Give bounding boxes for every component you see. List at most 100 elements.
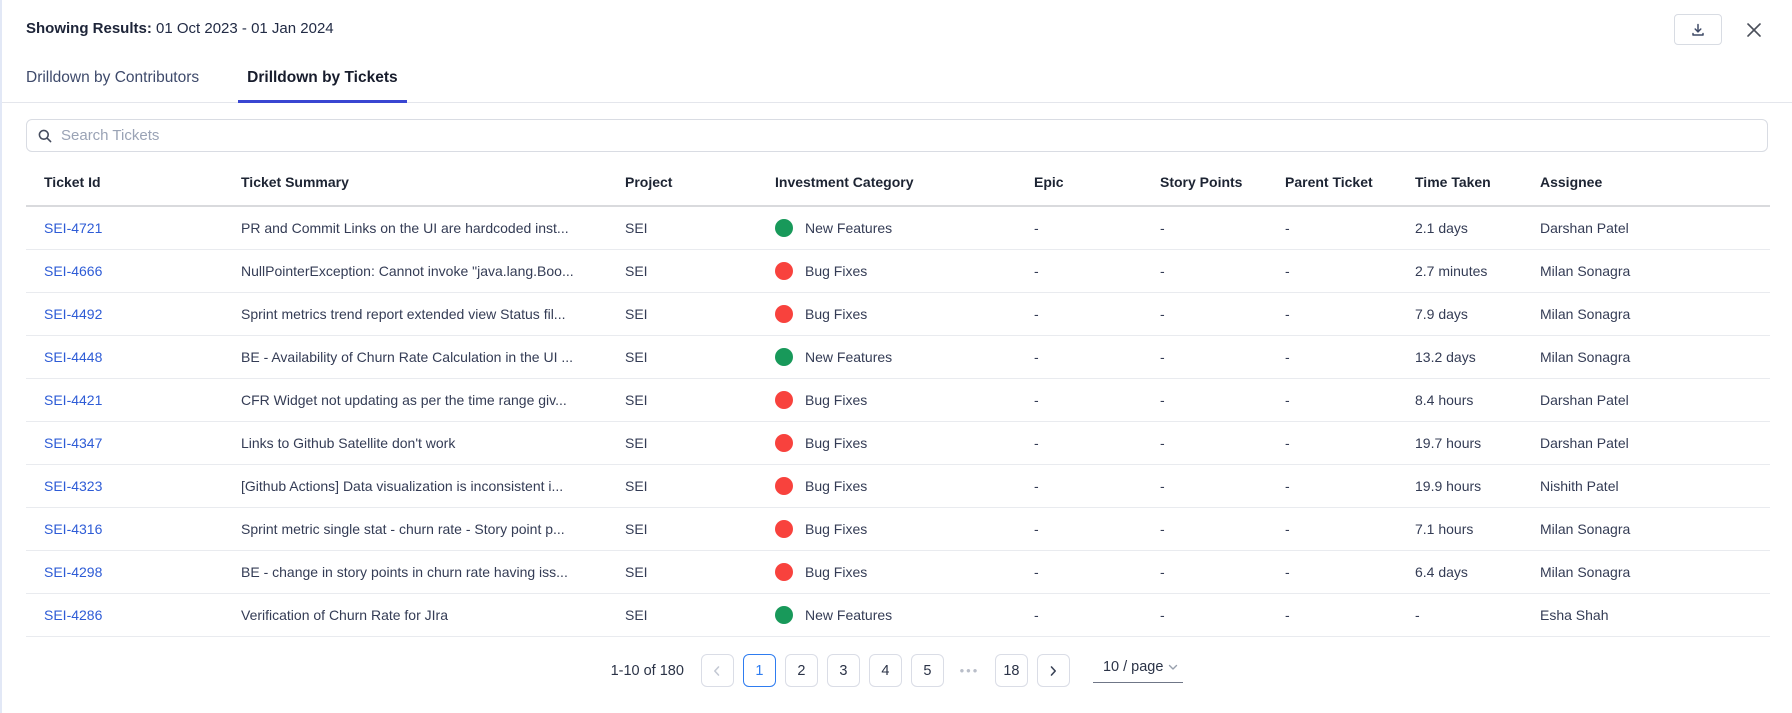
search-input[interactable] — [61, 127, 1757, 144]
ticket-summary-cell: CFR Widget not updating as per the time … — [241, 379, 625, 422]
parent-ticket-cell: - — [1285, 250, 1415, 293]
epic-cell: - — [1034, 379, 1160, 422]
download-button[interactable] — [1674, 14, 1722, 45]
ticket-summary-cell: Sprint metrics trend report extended vie… — [241, 293, 625, 336]
column-header-time-taken: Time Taken — [1415, 158, 1540, 206]
project-cell: SEI — [625, 508, 775, 551]
investment-category-cell: Bug Fixes — [775, 379, 1034, 422]
assignee-cell: Milan Sonagra — [1540, 293, 1770, 336]
page-button-5[interactable]: 5 — [911, 654, 944, 687]
category-label: Bug Fixes — [805, 263, 867, 279]
next-page-button[interactable] — [1037, 654, 1070, 687]
tab-drilldown-by-tickets[interactable]: Drilldown by Tickets — [238, 61, 406, 103]
story-points-cell: - — [1160, 293, 1285, 336]
download-icon — [1690, 22, 1706, 38]
parent-ticket-cell: - — [1285, 379, 1415, 422]
category-dot-icon — [775, 477, 793, 495]
search-box — [26, 119, 1768, 152]
tab-drilldown-by-contributors[interactable]: Drilldown by Contributors — [17, 61, 208, 103]
time-taken-cell: 13.2 days — [1415, 336, 1540, 379]
page-button-2[interactable]: 2 — [785, 654, 818, 687]
table-row: SEI-4721 PR and Commit Links on the UI ar… — [26, 206, 1770, 250]
column-header-ticket-id: Ticket Id — [26, 158, 241, 206]
column-header-assignee: Assignee — [1540, 158, 1770, 206]
story-points-cell: - — [1160, 379, 1285, 422]
table-row: SEI-4316Sprint metric single stat - chur… — [26, 508, 1770, 551]
table-row: SEI-4298BE - change in story points in c… — [26, 551, 1770, 594]
investment-category-cell: Bug Fixes — [775, 551, 1034, 594]
epic-cell: - — [1034, 594, 1160, 637]
investment-category-cell: New Features — [775, 206, 1034, 250]
category-dot-icon — [775, 305, 793, 323]
ticket-id-link[interactable]: SEI-4721 — [44, 220, 102, 236]
epic-cell: - — [1034, 206, 1160, 250]
category-dot-icon — [775, 391, 793, 409]
category-dot-icon — [775, 606, 793, 624]
table-row: SEI-4323 [Github Actions] Data visualizat… — [26, 465, 1770, 508]
ticket-id-link[interactable]: SEI-4316 — [44, 521, 102, 537]
page-button-18[interactable]: 18 — [995, 654, 1028, 687]
parent-ticket-cell: - — [1285, 551, 1415, 594]
page-button-4[interactable]: 4 — [869, 654, 902, 687]
investment-category-cell: Bug Fixes — [775, 250, 1034, 293]
category-label: New Features — [805, 607, 892, 623]
search-section — [2, 103, 1792, 152]
chevron-right-icon — [1047, 665, 1059, 677]
time-taken-cell: 7.9 days — [1415, 293, 1540, 336]
ticket-id-link[interactable]: SEI-4666 — [44, 263, 102, 279]
time-taken-cell: 2.7 minutes — [1415, 250, 1540, 293]
story-points-cell: - — [1160, 422, 1285, 465]
time-taken-cell: 19.7 hours — [1415, 422, 1540, 465]
assignee-cell: Milan Sonagra — [1540, 250, 1770, 293]
project-cell: SEI — [625, 293, 775, 336]
time-taken-cell: 2.1 days — [1415, 206, 1540, 250]
prev-page-button[interactable] — [701, 654, 734, 687]
table-row: SEI-4286Verification of Churn Rate for J… — [26, 594, 1770, 637]
time-taken-cell: - — [1415, 594, 1540, 637]
showing-results-text: Showing Results: 01 Oct 2023 - 01 Jan 20… — [26, 14, 334, 37]
ticket-id-link[interactable]: SEI-4298 — [44, 564, 102, 580]
category-label: New Features — [805, 349, 892, 365]
parent-ticket-cell: - — [1285, 336, 1415, 379]
project-cell: SEI — [625, 465, 775, 508]
column-header-project: Project — [625, 158, 775, 206]
ticket-id-link[interactable]: SEI-4421 — [44, 392, 102, 408]
time-taken-cell: 6.4 days — [1415, 551, 1540, 594]
table-row: SEI-4421 CFR Widget not updating as per t… — [26, 379, 1770, 422]
ticket-id-link[interactable]: SEI-4492 — [44, 306, 102, 322]
assignee-cell: Darshan Patel — [1540, 379, 1770, 422]
drilldown-tabs: Drilldown by Contributors Drilldown by T… — [2, 61, 1792, 103]
pagination-ellipsis[interactable]: ••• — [953, 654, 986, 687]
ticket-id-link[interactable]: SEI-4347 — [44, 435, 102, 451]
epic-cell: - — [1034, 551, 1160, 594]
drilldown-panel: Showing Results: 01 Oct 2023 - 01 Jan 20… — [0, 0, 1792, 713]
table-row: SEI-4492 Sprint metrics trend report exte… — [26, 293, 1770, 336]
project-cell: SEI — [625, 336, 775, 379]
column-header-epic: Epic — [1034, 158, 1160, 206]
close-button[interactable] — [1740, 14, 1768, 45]
category-label: Bug Fixes — [805, 435, 867, 451]
parent-ticket-cell: - — [1285, 465, 1415, 508]
tickets-table: Ticket IdTicket SummaryProjectInvestment… — [26, 158, 1770, 637]
project-cell: SEI — [625, 250, 775, 293]
story-points-cell: - — [1160, 465, 1285, 508]
table-row: SEI-4448BE - Availability of Churn Rate … — [26, 336, 1770, 379]
project-cell: SEI — [625, 422, 775, 465]
page-size-select[interactable]: 10 / page — [1093, 659, 1183, 683]
ticket-id-link[interactable]: SEI-4448 — [44, 349, 102, 365]
ticket-summary-cell: PR and Commit Links on the UI are hardco… — [241, 206, 625, 250]
category-dot-icon — [775, 520, 793, 538]
story-points-cell: - — [1160, 508, 1285, 551]
panel-header: Showing Results: 01 Oct 2023 - 01 Jan 20… — [2, 0, 1792, 45]
parent-ticket-cell: - — [1285, 508, 1415, 551]
ticket-summary-cell: [Github Actions] Data visualization is i… — [241, 465, 625, 508]
ticket-id-link[interactable]: SEI-4323 — [44, 478, 102, 494]
chevron-down-icon — [1167, 661, 1179, 673]
page-button-3[interactable]: 3 — [827, 654, 860, 687]
assignee-cell: Milan Sonagra — [1540, 551, 1770, 594]
project-cell: SEI — [625, 594, 775, 637]
investment-category-cell: New Features — [775, 336, 1034, 379]
epic-cell: - — [1034, 465, 1160, 508]
page-button-1[interactable]: 1 — [743, 654, 776, 687]
ticket-id-link[interactable]: SEI-4286 — [44, 607, 102, 623]
